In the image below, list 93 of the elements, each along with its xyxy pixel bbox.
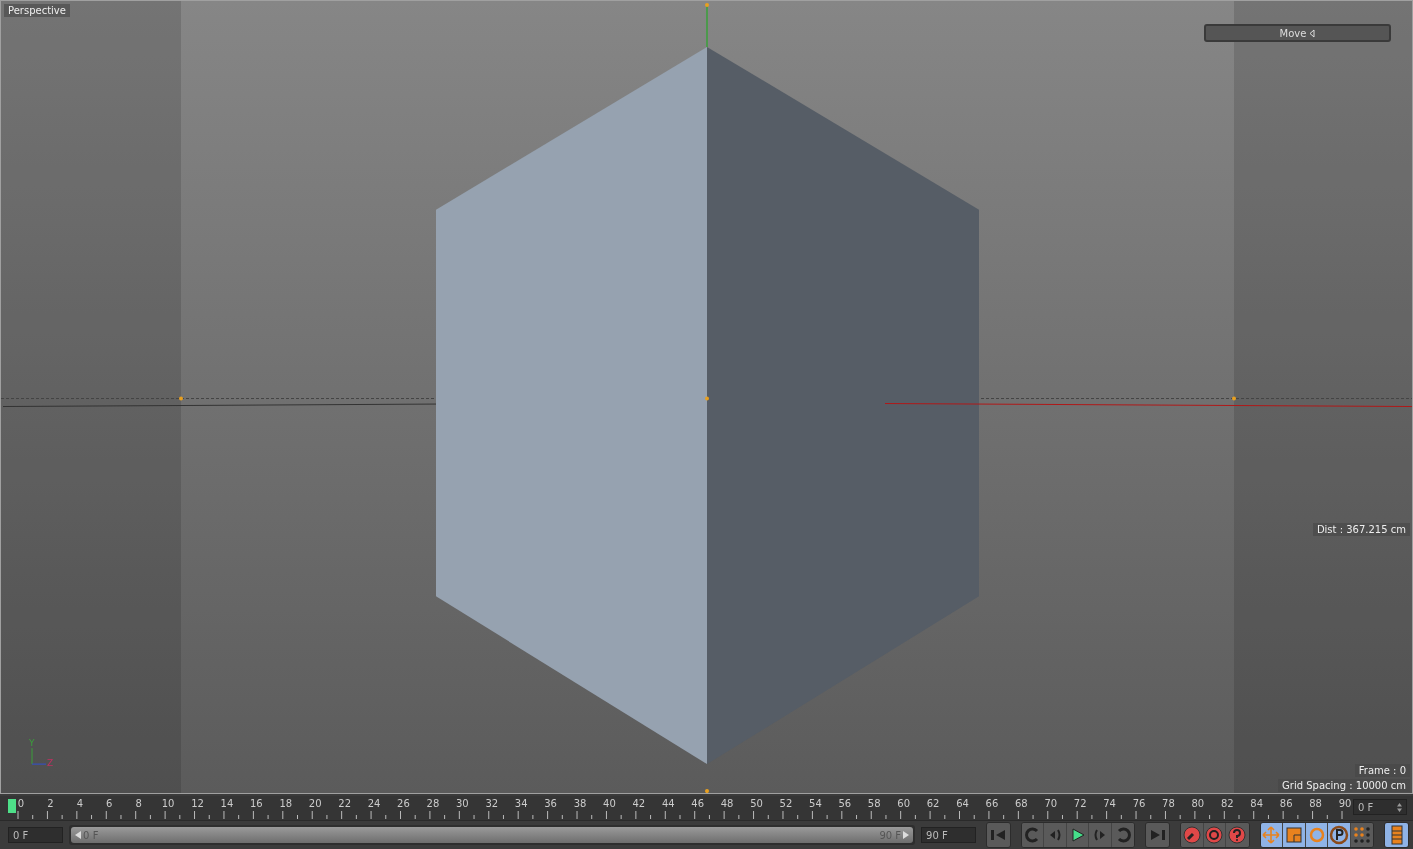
frame-number: 26 [397,798,410,810]
frame-number: 78 [1162,798,1175,810]
end-frame-field[interactable]: 90 F [921,827,977,843]
frame-number: 68 [1015,798,1028,810]
frame-number: 64 [956,798,969,810]
timeline-toggle-button[interactable] [1385,823,1408,847]
frame-number: 72 [1073,798,1087,810]
3d-viewport[interactable]: Perspective Move Dist : 367.215 cm Frame : 0 Grid Spacing : 10000 cm Y Z [0,0,1413,795]
axis-label: Z [47,758,54,768]
mode-button[interactable] [1350,823,1374,847]
axis-gizmo-icon [31,747,47,765]
frame-number: 86 [1279,798,1293,810]
frame-number: 52 [779,798,793,810]
handle-dot[interactable] [179,396,183,401]
start-frame-field[interactable]: 0 F [8,827,64,843]
play-icon [1070,828,1085,842]
frame-number: 50 [750,798,763,810]
playhead[interactable] [8,799,16,814]
frame-number: 28 [426,798,440,810]
key-icon [1182,826,1201,844]
grid-spacing-readout: Grid Spacing : 10000 cm [1278,779,1410,792]
record-button[interactable] [1226,823,1249,847]
frame-number: 54 [809,798,822,810]
mode-button[interactable] [1305,823,1329,847]
mode-button[interactable] [1260,823,1284,847]
frame-number: 44 [661,798,675,810]
dot-grid-icon [1353,826,1372,844]
handle-dot[interactable] [705,789,709,794]
frame-number: 22 [338,798,351,810]
frame-number: 88 [1309,798,1322,810]
frame-number: 62 [926,798,940,810]
frame-number: 8 [135,798,142,810]
axis-label: Y [29,738,35,748]
frame-number: 48 [720,798,734,810]
frame-number: 76 [1132,798,1146,810]
frame-number: 38 [573,798,587,810]
frame-number: 46 [691,798,705,810]
frame-number: 16 [250,798,263,810]
frame-number: 24 [367,798,381,810]
cursor-icon [1309,28,1316,38]
frame-number: 32 [485,798,499,810]
handle-dot[interactable] [705,3,709,7]
frame-number: 84 [1250,798,1264,810]
frame-readout: Frame : 0 [1354,764,1410,777]
frame-number: 56 [838,798,852,810]
mode-button[interactable] [1283,823,1306,847]
frame-number: 6 [106,798,113,810]
y-axis-line [706,4,708,48]
frame-number: 70 [1044,798,1058,810]
frame-number: 30 [455,798,469,810]
handle-dot[interactable] [705,396,709,401]
handle-dot[interactable] [1232,396,1236,401]
film-strip-icon [1390,825,1403,845]
left-arrow-icon [75,831,82,839]
move-tool-button[interactable]: Move [1204,24,1391,42]
viewport-title[interactable]: Perspective [4,4,70,17]
step-back-icon [1048,828,1063,842]
frame-number: 80 [1191,798,1205,810]
record-button[interactable] [1203,823,1227,847]
p-circle-icon [1329,825,1350,845]
timeline-ruler[interactable]: 0 2 4 6 8 10 12 14 16 18 20 22 24 26 28 30 32 34 36 38 40 42 44 46 48 50 52 54 56 58 60 62 64 66 68 70 72 74 76 78 80 82 84 86 88 90 0 F [0,796,1413,822]
frame-number: 2 [47,798,54,810]
question-icon [1228,826,1247,844]
right-arrow-icon [903,831,910,839]
frame-number: 66 [985,798,999,810]
frame-number: 74 [1103,798,1116,810]
frame-number: 14 [220,798,234,810]
frame-number: 18 [279,798,293,810]
frame-number: 82 [1220,798,1234,810]
frame-number: 10 [161,798,175,810]
cube-drawing[interactable] [436,46,979,765]
frame-number: 12 [191,798,204,810]
current-frame-field[interactable]: 0 F [1353,799,1407,816]
frame-number: 20 [308,798,322,810]
spinner-arrows-icon [1397,802,1402,812]
frame-number: 42 [632,798,646,810]
move-arrows-icon [1262,826,1281,844]
frame-number: 90 [1338,798,1352,810]
skip-start-icon [990,828,1007,842]
distance-readout: Dist : 367.215 cm [1312,523,1410,536]
scale-icon [1286,827,1303,843]
frame-number: 36 [544,798,557,810]
mode-button[interactable] [1328,823,1351,847]
transport-button[interactable] [1066,823,1090,847]
frame-number: 40 [603,798,616,810]
frame-number: 58 [867,798,881,810]
skip-end-icon [1149,828,1166,842]
record-button[interactable] [1181,823,1204,847]
frame-number: 60 [897,798,910,810]
rotate-icon [1307,826,1326,844]
frame-number: 4 [76,798,84,810]
frame-number: 34 [514,798,528,810]
frame-number: 0 [17,798,25,810]
